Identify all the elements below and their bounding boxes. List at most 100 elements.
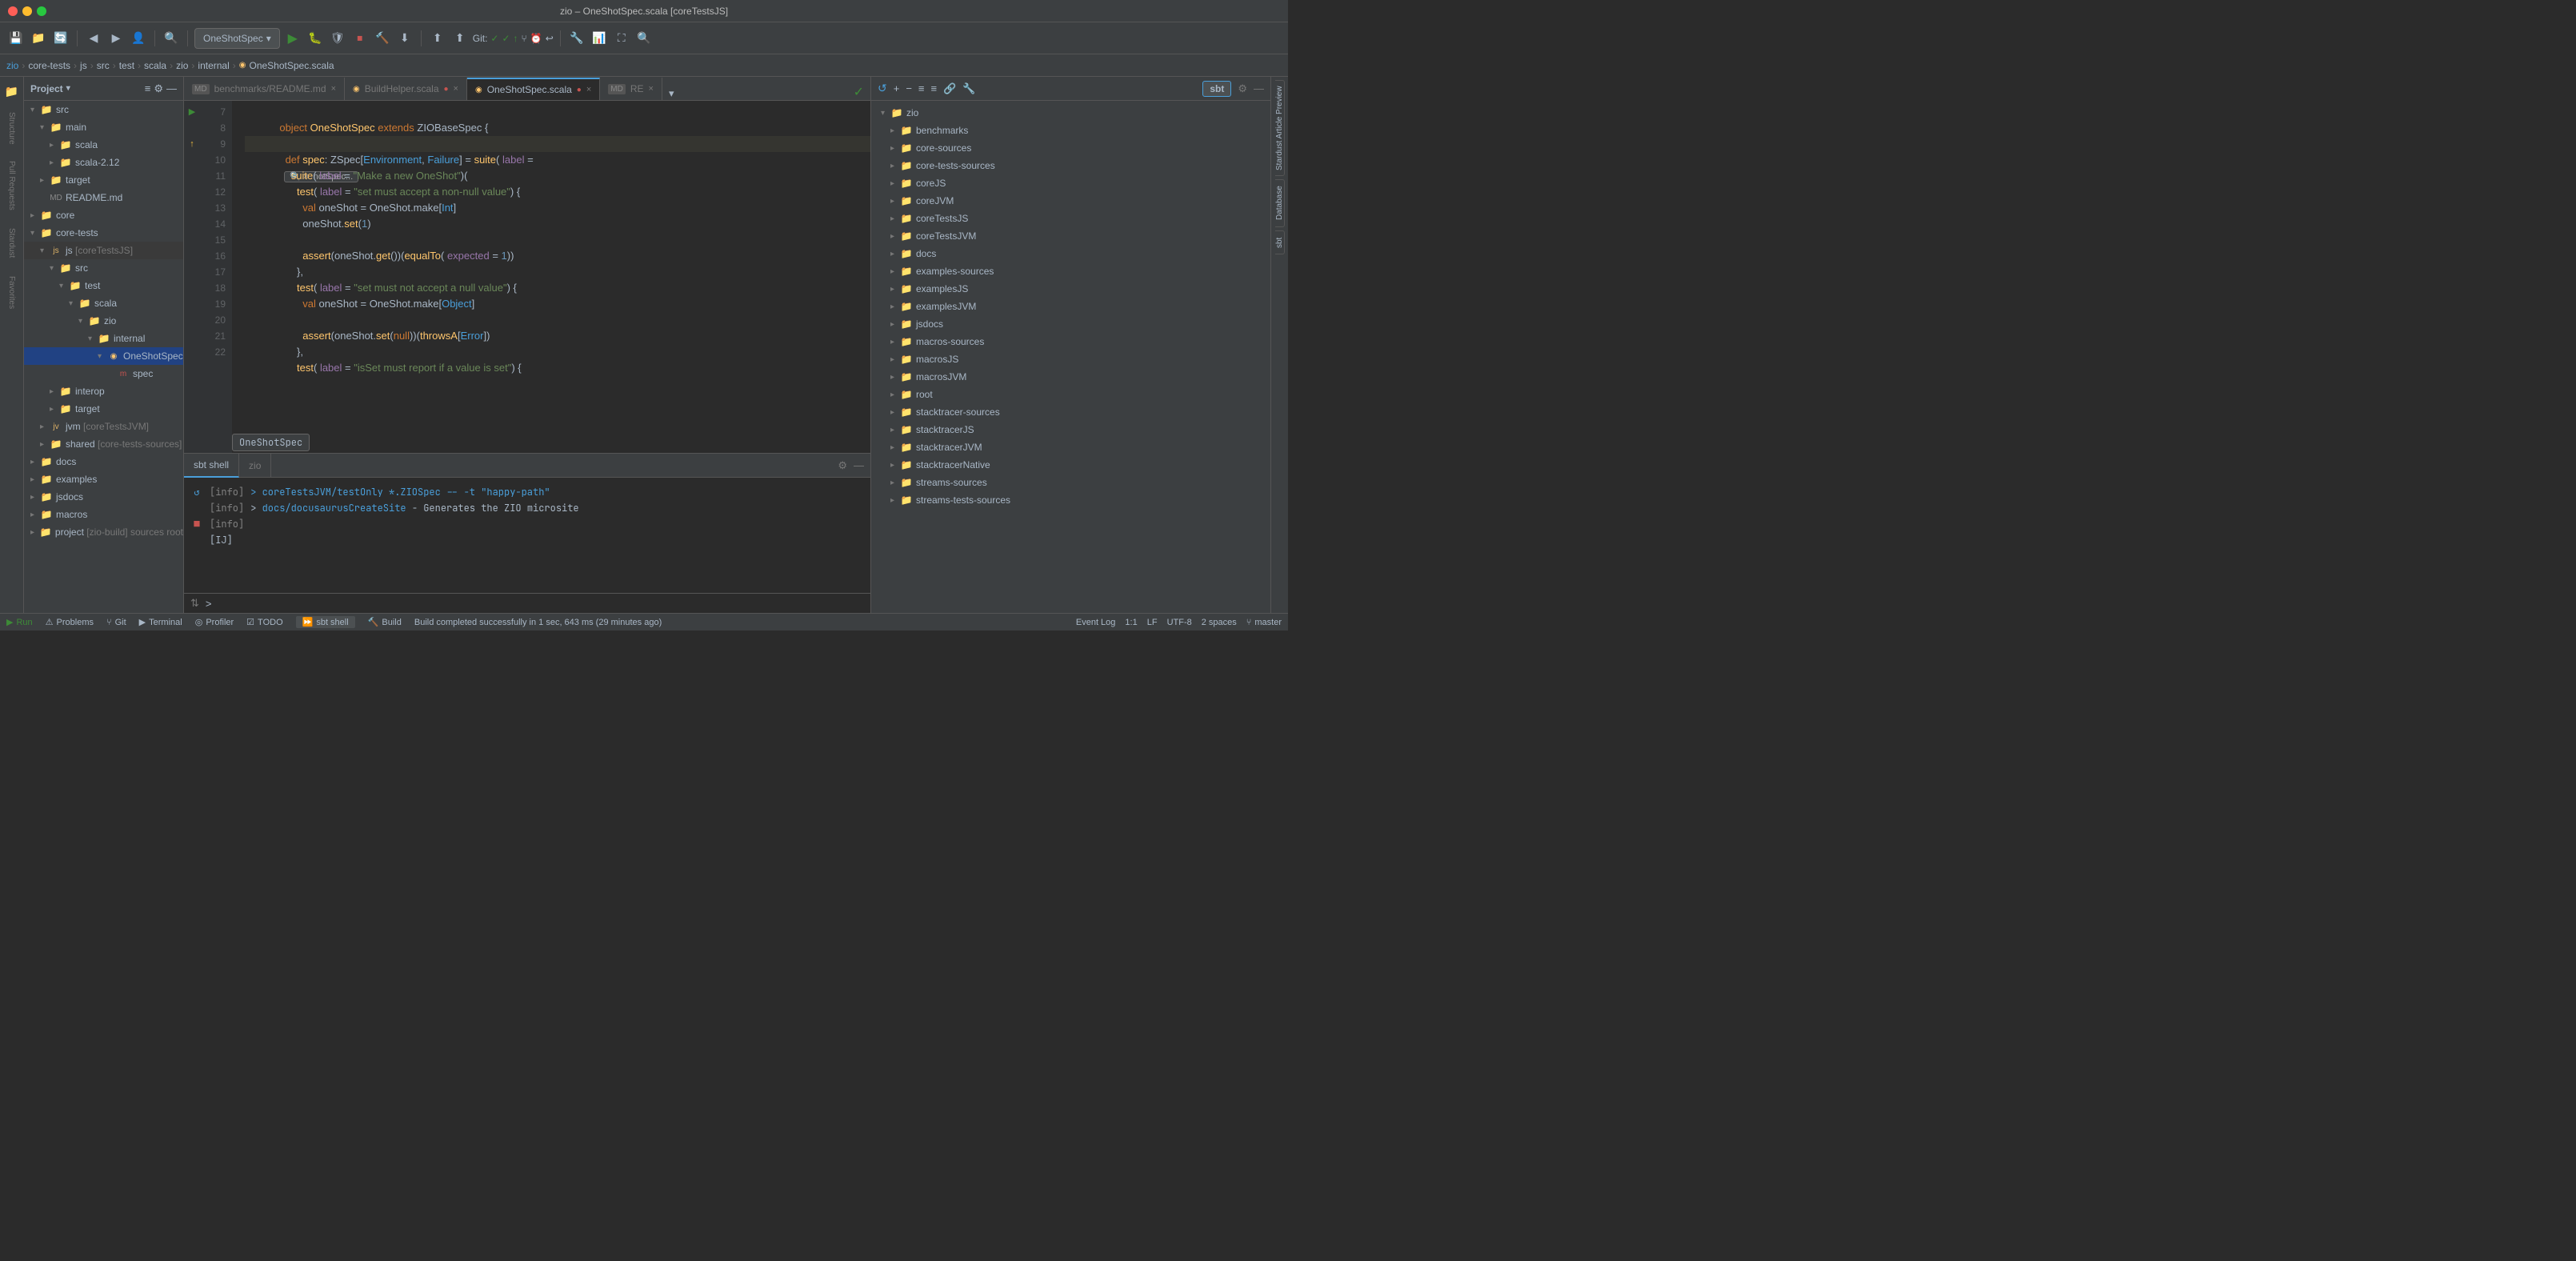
sbt-tree-stacktracernative[interactable]: ▸ 📁 stacktracerNative	[874, 456, 1267, 474]
sbt-tree-examplesjvm[interactable]: ▸ 📁 examplesJVM	[874, 298, 1267, 315]
tab-readme-md[interactable]: MD benchmarks/README.md ×	[184, 78, 345, 100]
sbt-tree-corejs[interactable]: ▸ 📁 coreJS	[874, 174, 1267, 192]
tab-build-helper[interactable]: ◉ BuildHelper.scala ● ×	[345, 78, 467, 100]
branch-indicator[interactable]: ⑂ master	[1246, 618, 1282, 627]
tree-item-examples[interactable]: ▸ 📁 examples	[24, 470, 183, 488]
gutter-line-7[interactable]: ▶	[184, 104, 200, 120]
bottom-settings-icon[interactable]: ⚙	[838, 459, 847, 472]
open-button[interactable]: 📁	[29, 29, 48, 48]
tree-item-scala[interactable]: ▸ 📁 scala	[24, 136, 183, 154]
save-button[interactable]: 💾	[6, 29, 26, 48]
tree-item-target[interactable]: ▸ 📁 target	[24, 171, 183, 189]
encoding-indicator[interactable]: UTF-8	[1167, 618, 1192, 627]
minimize-sidebar-icon[interactable]: —	[166, 82, 177, 95]
tree-item-jvm[interactable]: ▸ jv jvm [coreTestsJVM]	[24, 418, 183, 435]
tree-item-jsdocs[interactable]: ▸ 📁 jsdocs	[24, 488, 183, 506]
sbt-link-icon[interactable]: 🔗	[943, 82, 956, 95]
sbt-settings-icon[interactable]: 🔧	[962, 82, 975, 95]
bottom-tab-sbt-shell[interactable]: sbt shell	[184, 454, 239, 478]
sbt-minus-icon[interactable]: −	[906, 82, 912, 94]
favorites-icon[interactable]: Favorites	[4, 269, 20, 317]
close-readme-tab[interactable]: ×	[331, 84, 336, 94]
tree-item-scala212[interactable]: ▸ 📁 scala-2.12	[24, 154, 183, 171]
tree-item-js-target[interactable]: ▸ 📁 target	[24, 400, 183, 418]
build-button[interactable]: 🔨	[373, 29, 392, 48]
structure-icon[interactable]: Structure	[4, 104, 20, 152]
breadcrumb-item-js[interactable]: js	[80, 60, 87, 71]
sbt-collapse-icon[interactable]: ≡	[918, 82, 925, 94]
tree-item-core-tests[interactable]: ▾ 📁 core-tests	[24, 224, 183, 242]
sbt-tree-core-tests-sources[interactable]: ▸ 📁 core-tests-sources	[874, 157, 1267, 174]
project-structure-button[interactable]: 📊	[590, 29, 609, 48]
run-with-coverage-button[interactable]: 🛡	[328, 29, 347, 48]
run-button[interactable]: ▶	[283, 29, 302, 48]
close-oneshotspec-tab[interactable]: ×	[586, 85, 591, 94]
stardust-icon[interactable]: Stardust	[4, 219, 20, 267]
tree-item-spec[interactable]: m spec	[24, 365, 183, 382]
position-indicator[interactable]: 1:1	[1125, 618, 1137, 627]
sbt-shell-status-button[interactable]: ⏩ sbt shell	[296, 616, 355, 628]
tree-item-main[interactable]: ▾ 📁 main	[24, 118, 183, 136]
code-editor[interactable]: object OneShotSpec extends ZIOBaseSpec {…	[232, 101, 870, 453]
tree-item-readme[interactable]: MD README.md	[24, 189, 183, 206]
forward-button[interactable]: ▶	[106, 29, 126, 48]
tree-item-oneshotspec[interactable]: ▾ ◉ OneShotSpec	[24, 347, 183, 365]
tab-oneshotspec[interactable]: ◉ OneShotSpec.scala ● ×	[467, 78, 600, 100]
sbt-expand-icon[interactable]: ≡	[931, 82, 938, 94]
back-button[interactable]: ◀	[84, 29, 103, 48]
tree-item-project[interactable]: ▸ 📁 project [zio-build] sources root	[24, 523, 183, 541]
sbt-tree-benchmarks[interactable]: ▸ 📁 benchmarks	[874, 122, 1267, 139]
tree-item-js-coretestsjs[interactable]: ▾ js js [coreTestsJS]	[24, 242, 183, 259]
sbt-tree-streams-tests-sources[interactable]: ▸ 📁 streams-tests-sources	[874, 491, 1267, 509]
sbt-tree-core-sources[interactable]: ▸ 📁 core-sources	[874, 139, 1267, 157]
sbt-add-icon[interactable]: +	[894, 82, 900, 94]
sbt-tree-coretestsjs[interactable]: ▸ 📁 coreTestsJS	[874, 210, 1267, 227]
sbt-tree-zio[interactable]: ▾ 📁 zio	[874, 104, 1267, 122]
sbt-right-tab[interactable]: sbt	[1275, 230, 1285, 254]
tree-item-internal[interactable]: ▾ 📁 internal	[24, 330, 183, 347]
settings-button[interactable]: 🔧	[567, 29, 586, 48]
close-buildhelper-tab[interactable]: ×	[454, 84, 458, 94]
sbt-panel-close-icon[interactable]: —	[1254, 82, 1264, 94]
breadcrumb-item-internal[interactable]: internal	[198, 60, 229, 71]
tree-item-macros[interactable]: ▸ 📁 macros	[24, 506, 183, 523]
tree-item-js-src[interactable]: ▾ 📁 src	[24, 259, 183, 277]
run-config-dropdown[interactable]: OneShotSpec ▾	[194, 28, 280, 49]
breadcrumb-item-test[interactable]: test	[119, 60, 134, 71]
tree-item-src[interactable]: ▾ 📁 src	[24, 101, 183, 118]
problems-button[interactable]: ⚠ Problems	[46, 617, 94, 627]
bottom-tab-zio[interactable]: zio	[239, 454, 271, 478]
sbt-tree-macrosjvm[interactable]: ▸ 📁 macrosJVM	[874, 368, 1267, 386]
sbt-tree-examples-sources[interactable]: ▸ 📁 examples-sources	[874, 262, 1267, 280]
breadcrumb-item-src[interactable]: src	[97, 60, 110, 71]
sbt-tree-stacktracerjvm[interactable]: ▸ 📁 stacktracerJVM	[874, 438, 1267, 456]
terminal-button[interactable]: ▶ Terminal	[139, 617, 182, 627]
maximize-button[interactable]	[37, 6, 46, 16]
breadcrumb-item-file[interactable]: ◉ OneShotSpec.scala	[239, 60, 334, 71]
search-everywhere-button[interactable]: 🔍	[162, 29, 181, 48]
sbt-tree-macrosjs[interactable]: ▸ 📁 macrosJS	[874, 350, 1267, 368]
breadcrumb-item-zio2[interactable]: zio	[176, 60, 188, 71]
stardust-article-tab[interactable]: Stardust Article Preview	[1275, 80, 1285, 176]
breadcrumb-item-scala[interactable]: scala	[144, 60, 166, 71]
sbt-tree-corejvm[interactable]: ▸ 📁 coreJVM	[874, 192, 1267, 210]
close-button[interactable]	[8, 6, 18, 16]
sbt-tree-macros-sources[interactable]: ▸ 📁 macros-sources	[874, 333, 1267, 350]
tree-item-shared[interactable]: ▸ 📁 shared [core-tests-sources]	[24, 435, 183, 453]
recent-files-button[interactable]: 👤	[129, 29, 148, 48]
sbt-panel-settings-icon[interactable]: ⚙	[1238, 82, 1247, 95]
sync-button[interactable]: 🔄	[51, 29, 70, 48]
event-log-button[interactable]: Event Log	[1076, 618, 1116, 627]
sbt-tree-root[interactable]: ▸ 📁 root	[874, 386, 1267, 403]
tree-item-test[interactable]: ▾ 📁 test	[24, 277, 183, 294]
more-tabs-button[interactable]: ▾	[662, 87, 681, 100]
search-button[interactable]: 🔍	[634, 29, 654, 48]
tree-item-interop[interactable]: ▸ 📁 interop	[24, 382, 183, 400]
sbt-tree-coretestsjvm[interactable]: ▸ 📁 coreTestsJVM	[874, 227, 1267, 245]
tree-item-test-zio[interactable]: ▾ 📁 zio	[24, 312, 183, 330]
sbt-tree-jsdocs[interactable]: ▸ 📁 jsdocs	[874, 315, 1267, 333]
sbt-input[interactable]	[212, 597, 865, 610]
sbt-tree-docs[interactable]: ▸ 📁 docs	[874, 245, 1267, 262]
sbt-tree-stacktracerjs[interactable]: ▸ 📁 stacktracerJS	[874, 421, 1267, 438]
sbt-tree-stacktracer-sources[interactable]: ▸ 📁 stacktracer-sources	[874, 403, 1267, 421]
